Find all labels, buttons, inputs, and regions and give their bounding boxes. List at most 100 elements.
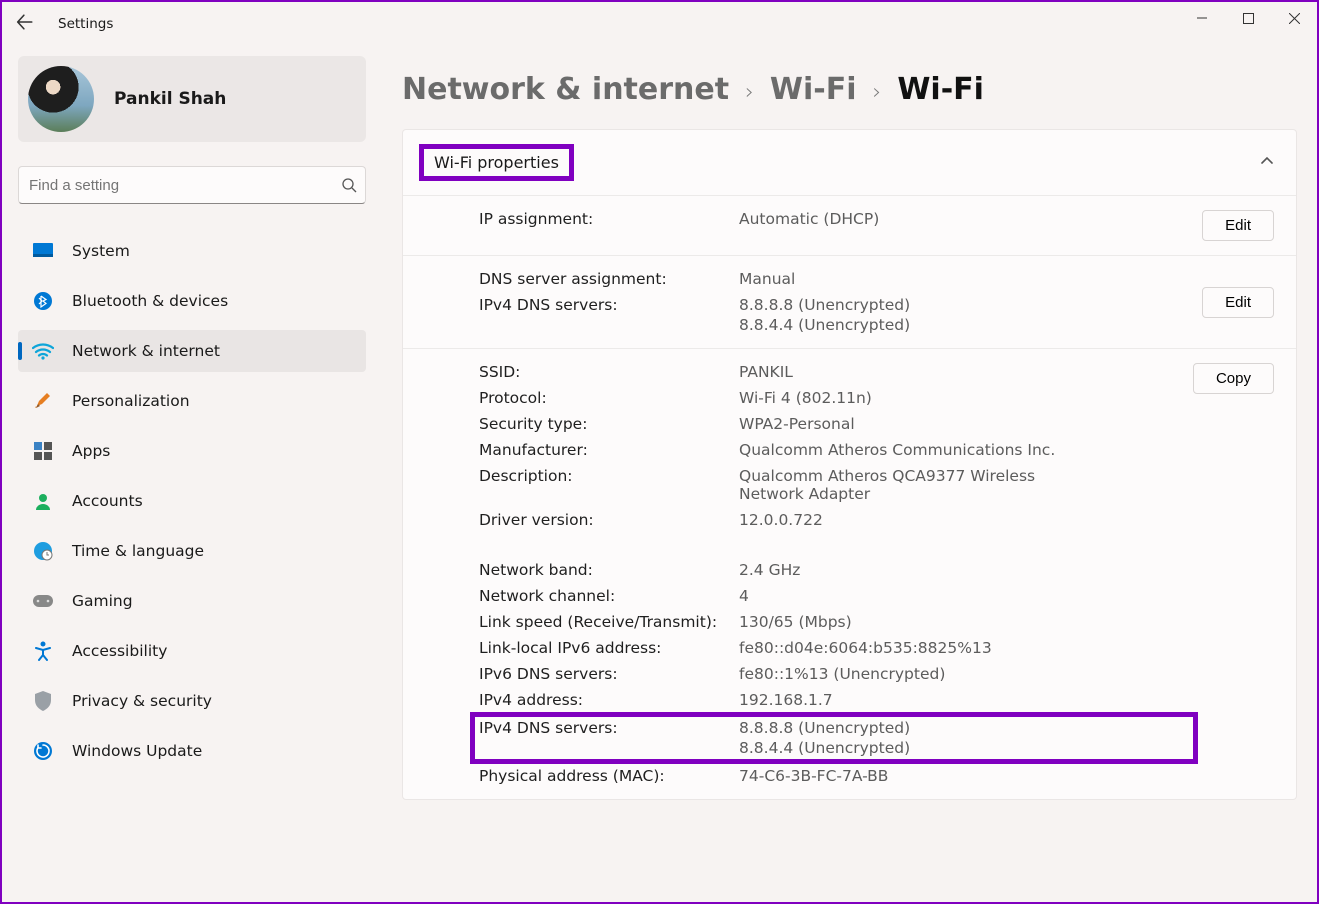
gamepad-icon [32, 590, 54, 612]
sidebar-item-label: Network & internet [72, 342, 220, 360]
nav-list: System Bluetooth & devices Network & int… [18, 230, 366, 772]
label: Description: [479, 467, 739, 503]
sidebar-item-windows-update[interactable]: Windows Update [18, 730, 366, 772]
sidebar-item-label: System [72, 242, 130, 260]
label: Network band: [479, 561, 739, 579]
sidebar-item-label: Privacy & security [72, 692, 212, 710]
label: DNS server assignment: [479, 270, 739, 288]
close-icon [1289, 13, 1300, 24]
breadcrumb-current: Wi-Fi [897, 72, 984, 107]
edit-dns-button[interactable]: Edit [1202, 287, 1274, 318]
sidebar-item-system[interactable]: System [18, 230, 366, 272]
sidebar-item-label: Bluetooth & devices [72, 292, 228, 310]
label: IPv4 DNS servers: [479, 719, 739, 757]
arrow-left-icon [16, 13, 34, 31]
value: Wi-Fi 4 (802.11n) [739, 389, 872, 407]
sidebar-item-time-language[interactable]: Time & language [18, 530, 366, 572]
row-ip-assignment: IP assignment:Automatic (DHCP) Edit [403, 195, 1296, 255]
breadcrumb: Network & internet › Wi-Fi › Wi-Fi [402, 72, 1297, 107]
chevron-right-icon: › [873, 80, 882, 105]
value: fe80::1%13 (Unencrypted) [739, 665, 945, 683]
label: Physical address (MAC): [479, 767, 739, 785]
profile-name: Pankil Shah [114, 89, 226, 109]
value: Qualcomm Atheros Communications Inc. [739, 441, 1055, 459]
label: IPv6 DNS servers: [479, 665, 739, 683]
label: Driver version: [479, 511, 739, 529]
sidebar-item-network[interactable]: Network & internet [18, 330, 366, 372]
edit-ip-button[interactable]: Edit [1202, 210, 1274, 241]
label: SSID: [479, 363, 739, 381]
search-box[interactable] [18, 166, 366, 204]
sidebar-item-privacy[interactable]: Privacy & security [18, 680, 366, 722]
breadcrumb-wifi[interactable]: Wi-Fi [770, 72, 857, 107]
row-dns-assignment: DNS server assignment:Manual IPv4 DNS se… [403, 255, 1296, 348]
sidebar-item-accounts[interactable]: Accounts [18, 480, 366, 522]
value: 4 [739, 587, 749, 605]
value: 130/65 (Mbps) [739, 613, 852, 631]
accessibility-icon [32, 640, 54, 662]
sidebar-item-label: Personalization [72, 392, 190, 410]
titlebar: Settings [2, 2, 1317, 46]
value: Automatic (DHCP) [739, 210, 879, 228]
sidebar-item-gaming[interactable]: Gaming [18, 580, 366, 622]
main-content: Network & internet › Wi-Fi › Wi-Fi Wi-Fi… [382, 46, 1317, 902]
chevron-right-icon: › [745, 80, 754, 105]
section-title: Wi-Fi properties [419, 144, 574, 181]
label: IPv4 DNS servers: [479, 296, 739, 334]
sidebar-item-label: Accessibility [72, 642, 167, 660]
search-icon [341, 177, 357, 193]
sidebar-item-label: Gaming [72, 592, 133, 610]
breadcrumb-network[interactable]: Network & internet [402, 72, 729, 107]
value: PANKIL [739, 363, 793, 381]
value: Qualcomm Atheros QCA9377 Wireless Networ… [739, 467, 1059, 503]
bluetooth-icon [32, 290, 54, 312]
window-controls [1179, 2, 1317, 34]
sidebar-item-personalization[interactable]: Personalization [18, 380, 366, 422]
close-button[interactable] [1271, 2, 1317, 34]
maximize-icon [1243, 13, 1254, 24]
value: 74-C6-3B-FC-7A-BB [739, 767, 888, 785]
value: 192.168.1.7 [739, 691, 833, 709]
row-details: SSID:PANKIL Protocol:Wi-Fi 4 (802.11n) S… [403, 348, 1296, 799]
wifi-icon [32, 340, 54, 362]
sidebar-item-label: Windows Update [72, 742, 202, 760]
profile-card[interactable]: Pankil Shah [18, 56, 366, 142]
sidebar-item-accessibility[interactable]: Accessibility [18, 630, 366, 672]
globe-clock-icon [32, 540, 54, 562]
label: Link speed (Receive/Transmit): [479, 613, 739, 631]
label: Network channel: [479, 587, 739, 605]
system-icon [32, 240, 54, 262]
back-button[interactable] [16, 13, 46, 35]
value: WPA2-Personal [739, 415, 855, 433]
sidebar-item-label: Time & language [72, 542, 204, 560]
sidebar-item-bluetooth[interactable]: Bluetooth & devices [18, 280, 366, 322]
value: 12.0.0.722 [739, 511, 823, 529]
paintbrush-icon [32, 390, 54, 412]
sidebar-item-label: Apps [72, 442, 110, 460]
minimize-button[interactable] [1179, 2, 1225, 34]
value: Manual [739, 270, 795, 288]
chevron-up-icon [1260, 153, 1274, 172]
window-title: Settings [58, 16, 113, 32]
label: Protocol: [479, 389, 739, 407]
sidebar: Pankil Shah System Bluetooth & devices N… [2, 46, 382, 902]
avatar [28, 66, 94, 132]
minimize-icon [1197, 13, 1207, 23]
sidebar-item-label: Accounts [72, 492, 143, 510]
shield-icon [32, 690, 54, 712]
apps-icon [32, 440, 54, 462]
label: Manufacturer: [479, 441, 739, 459]
wifi-properties-card: Wi-Fi properties IP assignment:Automatic… [402, 129, 1297, 800]
search-input[interactable] [29, 177, 341, 194]
label: Link-local IPv6 address: [479, 639, 739, 657]
value: 8.8.8.8 (Unencrypted)8.8.4.4 (Unencrypte… [739, 719, 910, 757]
label: IP assignment: [479, 210, 739, 228]
label: IPv4 address: [479, 691, 739, 709]
value: fe80::d04e:6064:b535:8825%13 [739, 639, 992, 657]
copy-button[interactable]: Copy [1193, 363, 1274, 394]
label: Security type: [479, 415, 739, 433]
sidebar-item-apps[interactable]: Apps [18, 430, 366, 472]
update-icon [32, 740, 54, 762]
maximize-button[interactable] [1225, 2, 1271, 34]
section-header[interactable]: Wi-Fi properties [403, 130, 1296, 195]
